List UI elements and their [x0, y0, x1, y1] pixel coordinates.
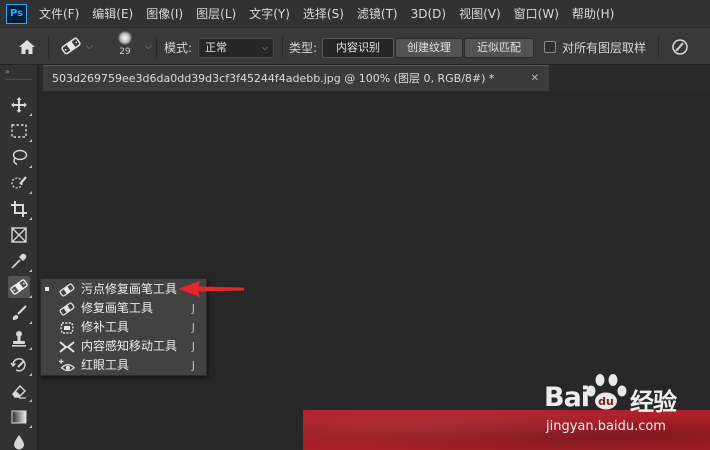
- flyout-item-label: 修复画笔工具: [81, 301, 154, 315]
- gradient-tool-icon[interactable]: [8, 406, 32, 428]
- marquee-tool-icon[interactable]: [8, 120, 32, 142]
- options-divider: [48, 36, 49, 58]
- menu-edit[interactable]: 编辑(E): [92, 5, 133, 22]
- spot-healing-brush-tool-icon[interactable]: [8, 276, 32, 298]
- content-aware-move-icon: [58, 339, 76, 355]
- frame-tool-icon[interactable]: [8, 224, 30, 246]
- type-content-aware-button[interactable]: 内容识别: [322, 38, 394, 58]
- document-tab-bar: 503d269759ee3d6da0dd39d3cf3f45244f4adebb…: [39, 65, 710, 91]
- spot-healing-brush-icon: [58, 282, 76, 298]
- tool-group-indicator: [29, 217, 32, 220]
- flyout-item-shortcut: J: [191, 321, 195, 334]
- tool-group-indicator: [29, 139, 32, 142]
- blur-tool-icon[interactable]: [8, 431, 30, 450]
- menu-layer[interactable]: 图层(L): [196, 5, 236, 22]
- menu-3d[interactable]: 3D(D): [411, 7, 446, 21]
- tool-group-indicator: [29, 399, 32, 402]
- mode-select[interactable]: 正常 ⌵: [198, 38, 274, 58]
- tool-group-indicator: [29, 347, 32, 350]
- chevron-down-icon: ⌵: [261, 43, 268, 52]
- crop-tool-icon[interactable]: [8, 198, 32, 220]
- tool-group-indicator: [29, 425, 32, 428]
- options-divider: [658, 36, 659, 58]
- menu-type[interactable]: 文字(Y): [249, 5, 290, 22]
- flyout-item-red-eye[interactable]: 红眼工具 J: [41, 356, 206, 375]
- chevron-down-icon: ⌵: [86, 42, 93, 52]
- document-tab[interactable]: 503d269759ee3d6da0dd39d3cf3f45244f4adebb…: [43, 65, 549, 91]
- document-tab-title: 503d269759ee3d6da0dd39d3cf3f45244f4adebb…: [52, 72, 495, 85]
- toolbar-divider: [6, 79, 32, 80]
- options-divider: [282, 36, 283, 58]
- menu-help[interactable]: 帮助(H): [572, 5, 614, 22]
- baidu-jingyan-watermark: du Bai 经验 jingyan.baidu.com: [544, 372, 704, 442]
- patch-icon: [58, 320, 76, 336]
- mode-value: 正常: [205, 41, 227, 54]
- move-tool-icon[interactable]: [8, 94, 32, 116]
- tool-group-indicator: [29, 165, 32, 168]
- tool-group-indicator: [29, 191, 32, 194]
- tool-group-indicator: [29, 373, 32, 376]
- flyout-item-label: 红眼工具: [81, 358, 130, 372]
- type-label: 类型:: [289, 40, 318, 55]
- flyout-item-shortcut: J: [191, 359, 195, 372]
- home-icon[interactable]: [18, 28, 36, 66]
- chevron-down-icon[interactable]: ⌵: [145, 42, 152, 52]
- history-brush-tool-icon[interactable]: [8, 354, 32, 376]
- quick-selection-tool-icon[interactable]: [8, 172, 32, 194]
- brush-tool-icon[interactable]: [8, 302, 32, 324]
- type-create-texture-button[interactable]: 创建纹理: [395, 38, 463, 58]
- sample-all-layers-label: 对所有图层取样: [562, 40, 647, 55]
- flyout-item-label: 修补工具: [81, 320, 130, 334]
- flyout-item-shortcut: J: [191, 340, 195, 353]
- flyout-item-label: 内容感知移动工具: [81, 339, 178, 353]
- red-eye-icon: [58, 358, 76, 374]
- flyout-item-label: 污点修复画笔工具: [81, 282, 178, 296]
- watermark-logo-text: Bai 经验: [544, 382, 677, 416]
- menu-bar: Ps 文件(F) 编辑(E) 图像(I) 图层(L) 文字(Y) 选择(S) 滤…: [0, 0, 710, 27]
- options-bar: ⌵ 29 ⌵ 模式: 正常 ⌵ 类型: 内容识别 创建纹理 近似匹配 对所有图层…: [0, 27, 710, 65]
- tool-group-indicator: [29, 113, 32, 116]
- brush-size-value: 29: [119, 47, 131, 57]
- active-tool-bullet: [45, 287, 49, 291]
- flyout-item-shortcut: J: [191, 302, 195, 315]
- spot-healing-brush-icon: [60, 37, 82, 58]
- tool-preset-picker[interactable]: ⌵: [60, 28, 93, 66]
- tool-group-indicator: [29, 295, 32, 298]
- menu-filter[interactable]: 滤镜(T): [357, 5, 398, 22]
- eyedropper-tool-icon[interactable]: [8, 250, 32, 272]
- menu-image[interactable]: 图像(I): [146, 5, 183, 22]
- flyout-item-patch[interactable]: 修补工具 J: [41, 318, 206, 337]
- lasso-tool-icon[interactable]: [8, 146, 32, 168]
- collapse-toolbar-icon[interactable]: »: [5, 67, 10, 76]
- tool-group-indicator: [29, 269, 32, 272]
- flyout-item-content-aware-move[interactable]: 内容感知移动工具 J: [41, 337, 206, 356]
- options-divider: [156, 36, 157, 58]
- tools-panel: »: [0, 65, 38, 450]
- eraser-tool-icon[interactable]: [8, 380, 32, 402]
- flyout-item-healing-brush[interactable]: 修复画笔工具 J: [41, 299, 206, 318]
- close-icon[interactable]: ✕: [531, 66, 539, 91]
- mode-label: 模式:: [164, 40, 193, 55]
- brush-size-picker[interactable]: 29: [112, 30, 138, 57]
- clone-stamp-tool-icon[interactable]: [8, 328, 32, 350]
- menu-window[interactable]: 窗口(W): [514, 5, 559, 22]
- brush-preview-icon: [118, 31, 132, 45]
- tool-group-indicator: [29, 321, 32, 324]
- annotation-arrow-icon: [178, 281, 244, 297]
- healing-brush-icon: [58, 301, 76, 317]
- pressure-size-icon[interactable]: [671, 28, 689, 66]
- menu-view[interactable]: 视图(V): [459, 5, 501, 22]
- menu-select[interactable]: 选择(S): [303, 5, 344, 22]
- photoshop-logo: Ps: [6, 3, 27, 24]
- type-proximity-match-button[interactable]: 近似匹配: [464, 38, 534, 58]
- sample-all-layers-checkbox[interactable]: [544, 41, 556, 53]
- menu-file[interactable]: 文件(F): [39, 5, 79, 22]
- watermark-url: jingyan.baidu.com: [546, 419, 666, 434]
